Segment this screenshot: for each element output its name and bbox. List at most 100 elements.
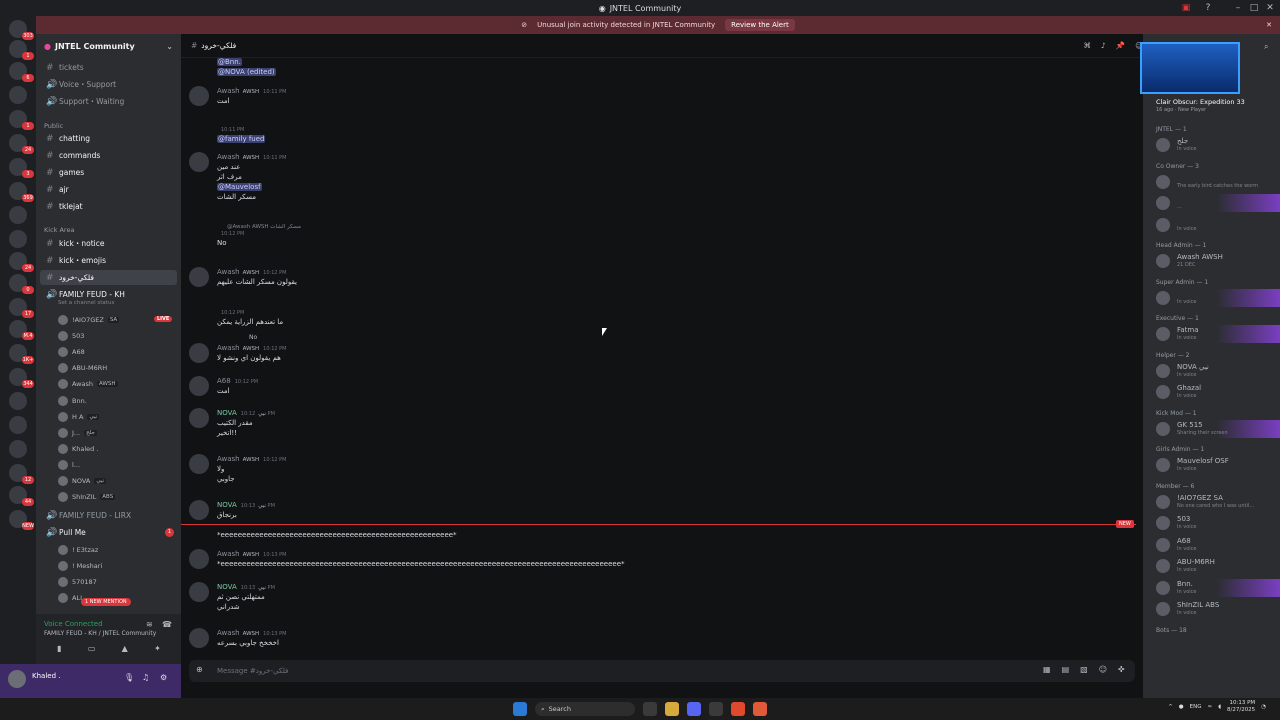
soundboard-icon[interactable]: ✦ [154, 644, 161, 653]
member-item[interactable]: A68 In voice [1156, 536, 1278, 554]
mention-text[interactable]: @family fued [217, 135, 266, 143]
game-activity-card[interactable]: Clair Obscur: Expedition 33 16 ago · New… [1140, 42, 1277, 113]
discord-taskbar-icon[interactable] [687, 702, 701, 716]
channel-item[interactable]: # commands [36, 148, 181, 163]
terminal-icon[interactable] [709, 702, 723, 716]
author-name[interactable]: NOVA [217, 583, 237, 591]
search-icon[interactable]: ⌕ [1264, 42, 1268, 52]
gear-icon[interactable]: ⚙ [160, 673, 167, 682]
voice-user[interactable]: ShInZIL ABS [58, 490, 116, 504]
maximize-button[interactable]: □ [1248, 2, 1260, 14]
voice-user[interactable]: l... [58, 458, 80, 472]
mention-text[interactable]: @Bnn. [217, 58, 242, 66]
avatar[interactable] [189, 267, 209, 287]
minimize-button[interactable]: – [1232, 2, 1244, 14]
notification-icon[interactable]: ♪ [1101, 41, 1106, 50]
voice-user[interactable]: Bnn. [58, 394, 87, 408]
channel-item[interactable]: # kick・notice [36, 236, 181, 251]
microphone-icon[interactable]: 🎙 [124, 673, 134, 682]
avatar[interactable] [189, 343, 209, 363]
author-name[interactable]: Awash [217, 268, 240, 276]
channel-item[interactable]: # kick・emojis [36, 253, 181, 268]
member-item[interactable]: ABU-M6RH In voice [1156, 557, 1278, 575]
taskbar-search[interactable]: ⌕ Search [535, 702, 635, 716]
message-input[interactable]: Message #فلكي-خرود [189, 660, 1135, 682]
add-attachment-icon[interactable]: ⊕ [196, 665, 203, 674]
member-item[interactable]: Awash AWSH 21 DEC [1156, 252, 1278, 270]
author-name[interactable]: Awash [217, 153, 240, 161]
category-public[interactable]: Public [44, 122, 63, 130]
chevron-up-icon[interactable]: ^ [1168, 704, 1173, 710]
chrome-icon[interactable] [753, 702, 767, 716]
channel-item[interactable]: 🔊 Support・Waiting [36, 94, 181, 109]
author-name[interactable]: Awash [217, 629, 240, 637]
inbox-icon[interactable]: ▣ [1180, 2, 1192, 14]
member-item[interactable]: Mauvelosf OSF In voice [1156, 456, 1278, 474]
author-name[interactable]: Awash [217, 455, 240, 463]
brave-icon[interactable] [731, 702, 745, 716]
close-alert-icon[interactable]: ✕ [1266, 21, 1272, 29]
server-icon[interactable] [9, 206, 27, 224]
voice-user[interactable]: !AIO7GEZ SA [58, 313, 120, 327]
channel-item[interactable]: 🔊 Voice・Support [36, 77, 181, 92]
mention-text[interactable]: @NOVA (edited) [217, 68, 276, 76]
avatar[interactable] [189, 500, 209, 520]
channel-item-active[interactable]: # فلكي-خرود [40, 270, 177, 285]
reply-preview[interactable]: No [249, 334, 257, 341]
channel-item[interactable]: # tickets [36, 60, 181, 75]
clock-time[interactable]: 10:13 PM [1227, 700, 1256, 707]
disconnect-icon[interactable]: ☎ [162, 620, 172, 629]
avatar[interactable] [189, 86, 209, 106]
threads-icon[interactable]: ⌘ [1084, 41, 1092, 50]
notification-bell-icon[interactable]: ◔ [1261, 704, 1266, 710]
member-item[interactable]: In voice [1156, 288, 1280, 307]
channel-item[interactable]: # games [36, 165, 181, 180]
author-name[interactable]: Awash [217, 344, 240, 352]
server-icon[interactable] [9, 416, 27, 434]
avatar[interactable] [189, 582, 209, 602]
video-icon[interactable]: ▮ [57, 644, 61, 653]
author-name[interactable]: Awash [217, 87, 240, 95]
emoji-icon[interactable]: ☺ [1099, 665, 1107, 674]
avatar[interactable] [189, 376, 209, 396]
author-name[interactable]: NOVA [217, 501, 237, 509]
server-icon[interactable] [9, 392, 27, 410]
member-item[interactable]: ... [1156, 194, 1280, 212]
member-item[interactable]: Fatma In voice [1156, 325, 1280, 343]
gif-icon[interactable]: ▤ [1062, 665, 1070, 674]
voice-user[interactable]: 503 [58, 329, 84, 343]
mic-tray-icon[interactable]: ● [1179, 704, 1184, 710]
author-name[interactable]: Awash [217, 550, 240, 558]
gift-icon[interactable]: ▦ [1043, 665, 1051, 674]
reply-preview[interactable]: @Awash AWSH مسكر الشات [227, 224, 301, 230]
task-view-icon[interactable] [643, 702, 657, 716]
member-item[interactable]: ShInZIL ABS In voice [1156, 600, 1278, 618]
sticker-icon[interactable]: ▧ [1080, 665, 1088, 674]
category-kick[interactable]: Kick Area [44, 226, 74, 234]
channel-item[interactable]: # tklejat [36, 199, 181, 214]
avatar[interactable] [189, 549, 209, 569]
voice-user[interactable]: NOVA نيي [58, 474, 107, 488]
wifi-icon[interactable]: ≈ [1207, 704, 1212, 710]
channel-item[interactable]: # chatting [36, 131, 181, 146]
member-item[interactable]: 503 In voice [1156, 514, 1278, 532]
avatar[interactable] [189, 408, 209, 428]
help-icon[interactable]: ? [1202, 2, 1214, 14]
voice-user[interactable]: 570187 [58, 575, 97, 589]
review-alert-button[interactable]: Review the Alert [725, 19, 795, 31]
headphones-icon[interactable]: ♫ [142, 673, 149, 682]
start-icon[interactable] [513, 702, 527, 716]
avatar[interactable] [189, 152, 209, 172]
channel-item[interactable]: # ajr [36, 182, 181, 197]
author-name[interactable]: A68 [217, 377, 231, 385]
voice-user[interactable]: H A نيي [58, 410, 100, 424]
close-button[interactable]: ✕ [1264, 2, 1276, 14]
voice-user[interactable]: A68 [58, 345, 85, 359]
avatar[interactable] [8, 670, 26, 688]
language-label[interactable]: ENG [1190, 704, 1202, 710]
server-icon[interactable] [9, 86, 27, 104]
activity-icon[interactable]: ▲ [122, 644, 128, 653]
volume-icon[interactable]: ◖ [1218, 704, 1221, 710]
pin-icon[interactable]: 📌 [1116, 41, 1125, 50]
voice-user[interactable]: Khaled . [58, 442, 98, 456]
